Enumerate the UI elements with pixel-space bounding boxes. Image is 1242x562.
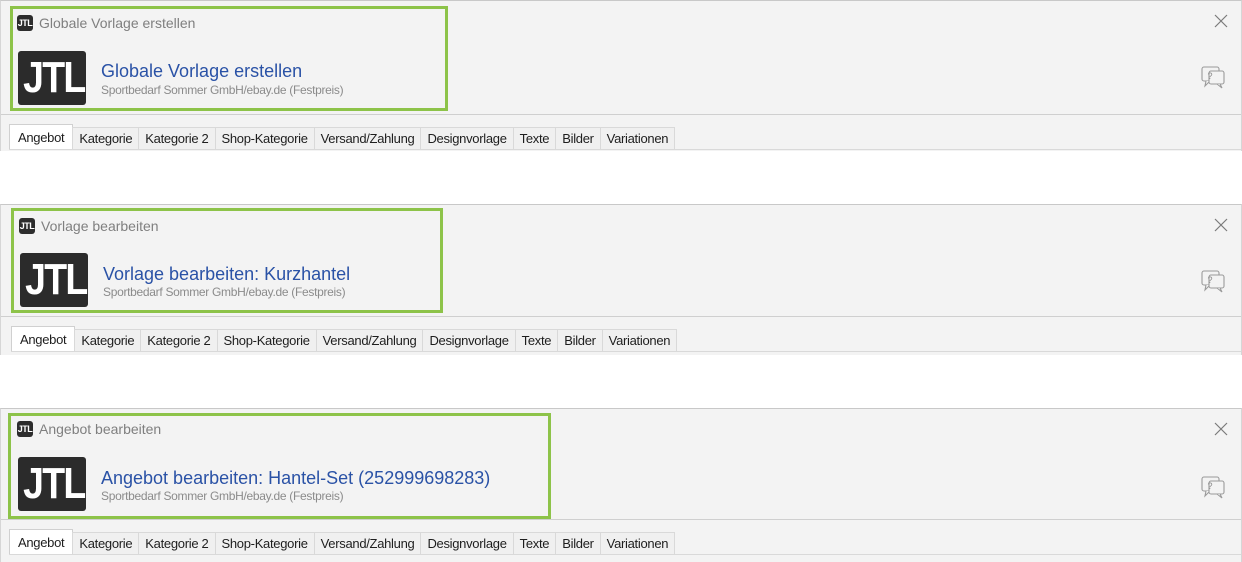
- tab-designvorlage[interactable]: Designvorlage: [420, 127, 514, 149]
- header-divider: [1, 114, 1241, 115]
- tab-bar: Angebot Kategorie Kategorie 2 Shop-Kateg…: [11, 325, 1241, 352]
- tab-bar: Angebot Kategorie Kategorie 2 Shop-Kateg…: [9, 123, 1241, 150]
- window-title-bar: JTL Vorlage bearbeiten: [19, 218, 159, 234]
- tab-texte[interactable]: Texte: [514, 329, 559, 351]
- jtl-small-logo-icon: JTL: [17, 15, 33, 31]
- dialog-globale-vorlage: JTL Globale Vorlage erstellen JTL Global…: [0, 0, 1242, 151]
- tab-kategorie-2[interactable]: Kategorie 2: [138, 127, 216, 149]
- help-chat-icon[interactable]: ?: [1199, 267, 1227, 295]
- window-title-bar: JTL Globale Vorlage erstellen: [17, 15, 195, 31]
- tab-angebot[interactable]: Angebot: [9, 124, 74, 149]
- tab-bar: Angebot Kategorie Kategorie 2 Shop-Kateg…: [9, 528, 1241, 555]
- window-title: Globale Vorlage erstellen: [39, 15, 196, 31]
- account-subtitle: Sportbedarf Sommer GmbH/ebay.de (Festpre…: [101, 489, 344, 503]
- header-divider: [1, 316, 1241, 317]
- jtl-logo: JTL: [18, 457, 86, 511]
- tab-kategorie[interactable]: Kategorie: [74, 329, 142, 351]
- tab-angebot[interactable]: Angebot: [11, 326, 76, 351]
- help-chat-icon[interactable]: ?: [1199, 473, 1227, 501]
- tab-designvorlage[interactable]: Designvorlage: [422, 329, 516, 351]
- window-title: Angebot bearbeiten: [39, 421, 162, 437]
- tab-designvorlage[interactable]: Designvorlage: [420, 532, 514, 554]
- window-title: Vorlage bearbeiten: [41, 218, 159, 234]
- dialog-vorlage-bearbeiten: JTL Vorlage bearbeiten JTL Vorlage bearb…: [0, 204, 1242, 355]
- tab-bilder[interactable]: Bilder: [557, 329, 603, 351]
- tab-versand-zahlung[interactable]: Versand/Zahlung: [313, 127, 422, 149]
- page-title: Vorlage bearbeiten: Kurzhantel: [103, 264, 351, 284]
- tab-kategorie[interactable]: Kategorie: [72, 127, 140, 149]
- tab-shop-kategorie[interactable]: Shop-Kategorie: [216, 329, 317, 351]
- jtl-small-logo-icon: JTL: [19, 218, 35, 234]
- tab-kategorie-2[interactable]: Kategorie 2: [140, 329, 218, 351]
- tab-bilder[interactable]: Bilder: [555, 127, 601, 149]
- dialog-angebot-bearbeiten: JTL Angebot bearbeiten JTL Angebot bearb…: [0, 408, 1242, 562]
- account-subtitle: Sportbedarf Sommer GmbH/ebay.de (Festpre…: [101, 83, 344, 97]
- tab-shop-kategorie[interactable]: Shop-Kategorie: [214, 532, 315, 554]
- tab-angebot[interactable]: Angebot: [9, 529, 74, 554]
- close-icon[interactable]: [1213, 13, 1229, 29]
- page-title: Angebot bearbeiten: Hantel-Set (25299969…: [101, 468, 491, 488]
- help-chat-icon[interactable]: ?: [1199, 63, 1227, 91]
- jtl-small-logo-icon: JTL: [17, 421, 33, 437]
- close-icon[interactable]: [1213, 421, 1229, 437]
- header-divider: [1, 519, 1241, 520]
- tab-bilder[interactable]: Bilder: [555, 532, 601, 554]
- window-title-bar: JTL Angebot bearbeiten: [17, 421, 161, 437]
- close-icon[interactable]: [1213, 217, 1229, 233]
- svg-text:?: ?: [1208, 275, 1213, 285]
- tab-kategorie[interactable]: Kategorie: [72, 532, 140, 554]
- tab-variationen[interactable]: Variationen: [599, 127, 676, 149]
- tab-texte[interactable]: Texte: [512, 127, 557, 149]
- jtl-logo: JTL: [20, 253, 88, 307]
- tab-shop-kategorie[interactable]: Shop-Kategorie: [214, 127, 315, 149]
- tab-versand-zahlung[interactable]: Versand/Zahlung: [313, 532, 422, 554]
- tab-kategorie-2[interactable]: Kategorie 2: [138, 532, 216, 554]
- tab-texte[interactable]: Texte: [512, 532, 557, 554]
- page-title: Globale Vorlage erstellen: [101, 61, 303, 81]
- tab-versand-zahlung[interactable]: Versand/Zahlung: [315, 329, 424, 351]
- jtl-logo: JTL: [18, 51, 86, 105]
- account-subtitle: Sportbedarf Sommer GmbH/ebay.de (Festpre…: [103, 285, 346, 299]
- tab-variationen[interactable]: Variationen: [599, 532, 676, 554]
- tab-variationen[interactable]: Variationen: [601, 329, 678, 351]
- svg-text:?: ?: [1208, 71, 1213, 81]
- svg-text:?: ?: [1208, 481, 1213, 491]
